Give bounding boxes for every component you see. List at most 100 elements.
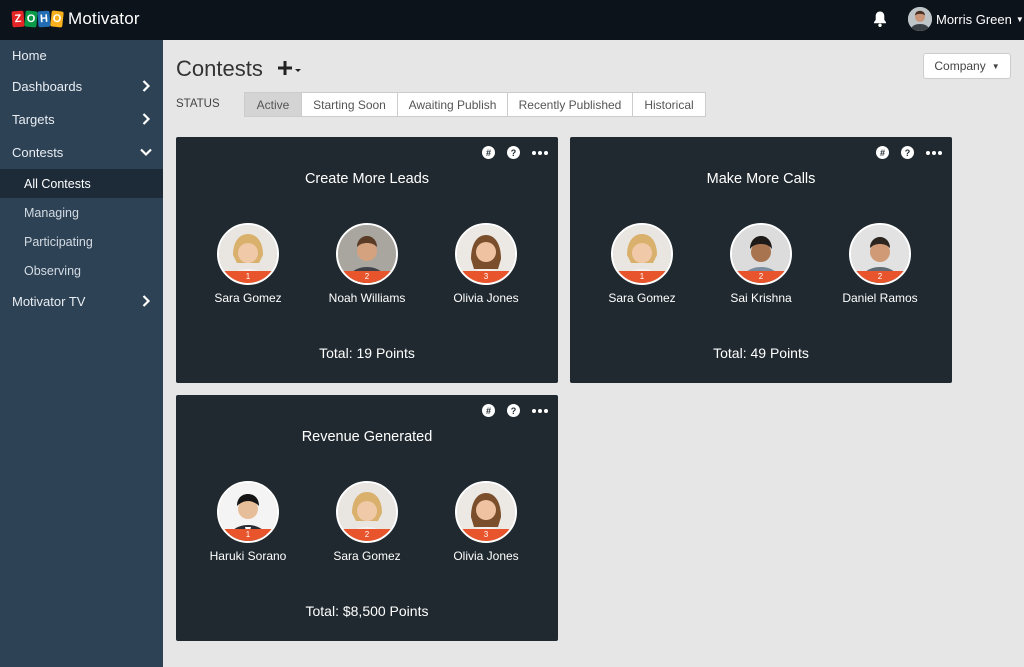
rank-badge: 1 [219,271,277,283]
more-options-icon[interactable] [532,146,548,159]
sidebar-subitem-participating[interactable]: Participating [0,227,163,256]
more-options-icon[interactable] [532,404,548,417]
chevron-right-icon [142,80,151,92]
participant-avatar: 2 [849,223,911,285]
tab-recently-published[interactable]: Recently Published [508,92,633,117]
participant-avatar: 3 [455,481,517,543]
participant[interactable]: 3 Olivia Jones [431,223,541,305]
contest-title: Make More Calls [706,171,816,187]
help-icon[interactable]: ? [507,146,520,159]
participant[interactable]: 1 Haruki Sorano [193,481,303,563]
user-menu[interactable]: Morris Green ▼ [908,7,1024,31]
participant[interactable]: 2 Noah Williams [312,223,422,305]
user-avatar [908,7,932,31]
participant-name: Haruki Sorano [209,549,287,563]
rank-badge: 2 [338,271,396,283]
participant-avatar: 2 [336,223,398,285]
sidebar-subitem-label: Observing [24,263,81,278]
sidebar-item-home[interactable]: Home [0,40,163,70]
sidebar-subitem-observing[interactable]: Observing [0,256,163,285]
tab-starting-soon[interactable]: Starting Soon [302,92,398,117]
chevron-right-icon [142,295,151,307]
help-icon[interactable]: ? [901,146,914,159]
card-actions: # ? [876,146,942,159]
sidebar-item-contests[interactable]: Contests [0,136,163,169]
hashtag-icon[interactable]: # [482,146,495,159]
participant-name: Olivia Jones [453,291,519,305]
contest-card[interactable]: # ? Create More Leads 1 Sara Gomez 2 Noa… [176,137,558,383]
chevron-down-icon [140,148,152,157]
sidebar-item-targets[interactable]: Targets [0,103,163,136]
chevron-right-icon [142,113,151,125]
page-title: Contests [176,56,263,81]
sidebar-item-label: Home [12,47,47,63]
card-actions: # ? [482,146,548,159]
contest-title: Revenue Generated [301,429,433,445]
status-tabs: Active Starting Soon Awaiting Publish Re… [244,92,706,117]
logo-letter: Z [11,10,25,28]
rank-badge: 2 [851,271,909,283]
zoho-logo: Z O H O [11,10,64,28]
tab-historical[interactable]: Historical [633,92,706,117]
notification-bell-icon[interactable] [872,10,888,28]
help-icon[interactable]: ? [507,404,520,417]
hashtag-icon[interactable]: # [876,146,889,159]
participant-name: Olivia Jones [453,549,519,563]
participant[interactable]: 2 Sara Gomez [312,481,422,563]
participant[interactable]: 1 Sara Gomez [193,223,303,305]
top-bar: Z O H O Motivator Morris Green ▼ [0,0,1024,40]
sidebar-item-label: Targets [12,112,55,127]
rank-badge: 2 [338,529,396,541]
company-filter-dropdown[interactable]: Company ▼ [923,53,1011,79]
participant-name: Daniel Ramos [842,291,918,305]
caret-down-icon: ▼ [1015,14,1024,24]
add-contest-icon[interactable] [277,58,303,78]
contest-card[interactable]: # ? Revenue Generated 1 Haruki Sorano 2 … [176,395,558,641]
sidebar-subitem-managing[interactable]: Managing [0,198,163,227]
rank-badge: 2 [732,271,790,283]
participant[interactable]: 3 Olivia Jones [431,481,541,563]
logo-letter: H [37,10,51,28]
participant-avatar: 1 [217,223,279,285]
sidebar: Home Dashboards Targets Contests All Con… [0,40,163,667]
participant-avatar: 3 [455,223,517,285]
rank-badge: 3 [457,529,515,541]
contest-total: Total: $8,500 Points [305,603,429,619]
rank-badge: 1 [219,529,277,541]
company-filter-label: Company [934,59,986,73]
participant[interactable]: 2 Sai Krishna [706,223,816,305]
sidebar-subitem-label: Participating [24,234,93,249]
tab-awaiting-publish[interactable]: Awaiting Publish [398,92,508,117]
participant-name: Sara Gomez [608,291,676,305]
participant-name: Sara Gomez [333,549,401,563]
contest-card[interactable]: # ? Make More Calls 1 Sara Gomez 2 Sai K… [570,137,952,383]
app-name: Motivator [68,9,140,28]
participant[interactable]: 1 Sara Gomez [587,223,697,305]
participant-name: Sara Gomez [214,291,282,305]
participant[interactable]: 2 Daniel Ramos [825,223,935,305]
card-actions: # ? [482,404,548,417]
sidebar-item-label: Motivator TV [12,294,86,309]
rank-badge: 3 [457,271,515,283]
participant-avatar: 1 [217,481,279,543]
hashtag-icon[interactable]: # [482,404,495,417]
more-options-icon[interactable] [926,146,942,159]
sidebar-item-label: Contests [12,145,64,160]
sidebar-item-dashboards[interactable]: Dashboards [0,70,163,103]
rank-badge: 1 [613,271,671,283]
contest-total: Total: 49 Points [713,345,809,361]
logo-letter: O [24,10,38,28]
participant-name: Sai Krishna [730,291,792,305]
caret-down-icon: ▼ [991,61,1000,71]
sidebar-subitem-label: Managing [24,205,79,220]
sidebar-subitem-all-contests[interactable]: All Contests [0,169,163,198]
participant-avatar: 1 [611,223,673,285]
tab-active[interactable]: Active [244,92,302,117]
logo-letter: O [50,10,64,28]
participant-avatar: 2 [336,481,398,543]
sidebar-item-motivator-tv[interactable]: Motivator TV [0,285,163,318]
app-logo[interactable]: Z O H O Motivator [11,9,140,29]
contest-title: Create More Leads [304,171,430,187]
sidebar-item-label: Dashboards [12,79,83,94]
sidebar-subitem-label: All Contests [24,176,91,191]
